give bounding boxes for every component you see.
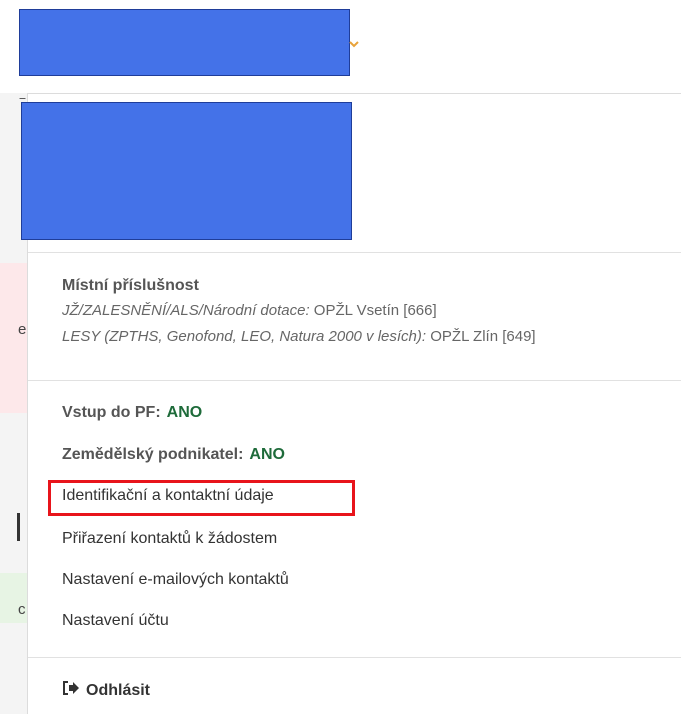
chevron-down-icon[interactable] [348, 38, 360, 50]
strip-text-fragment-2: c [18, 601, 26, 618]
farmer-label: Zemědělský podnikatel: [62, 446, 244, 463]
competence-line-2-label: LESY (ZPTHS, Genofond, LEO, Natura 2000 … [62, 328, 427, 345]
competence-title: Místní příslušnost [62, 277, 199, 294]
strip-pink-area [0, 263, 27, 413]
farmer-value: ANO [249, 446, 285, 463]
pf-entry-value: ANO [166, 404, 203, 421]
divider [28, 252, 681, 253]
redacted-user-info [21, 102, 352, 240]
divider [28, 380, 681, 381]
divider [28, 657, 681, 658]
user-dropdown-menu: Místní příslušnost JŽ/ZALESNĚNÍ/ALS/Náro… [21, 93, 681, 714]
competence-line-1-label: JŽ/ZALESNĚNÍ/ALS/Národní dotace: [62, 302, 310, 319]
logout-button[interactable]: Odhlásit [62, 681, 150, 700]
contact-assignment-link[interactable]: Přiřazení kontaktů k žádostem [62, 530, 277, 548]
top-bar [0, 0, 681, 93]
pf-entry-label: Vstup do PF: [62, 404, 161, 421]
account-settings-link[interactable]: Nastavení účtu [62, 612, 169, 630]
competence-line-1-value: OPŽL Vsetín [666] [313, 302, 437, 319]
email-settings-link[interactable]: Nastavení e-mailových kontaktů [62, 571, 289, 589]
competence-line-2: LESY (ZPTHS, Genofond, LEO, Natura 2000 … [62, 328, 536, 345]
pf-entry-row: Vstup do PF: ANO [62, 404, 202, 422]
competence-line-2-value: OPŽL Zlín [649] [430, 328, 536, 345]
competence-line-1: JŽ/ZALESNĚNÍ/ALS/Národní dotace: OPŽL Vs… [62, 302, 437, 319]
strip-dark-mark [17, 513, 20, 541]
highlight-annotation [48, 480, 355, 516]
redacted-user-name[interactable] [19, 9, 350, 76]
strip-text-fragment: e [18, 321, 27, 338]
logout-label: Odhlásit [86, 682, 151, 699]
logout-icon [63, 681, 79, 695]
farmer-row: Zemědělský podnikatel: ANO [62, 446, 285, 464]
